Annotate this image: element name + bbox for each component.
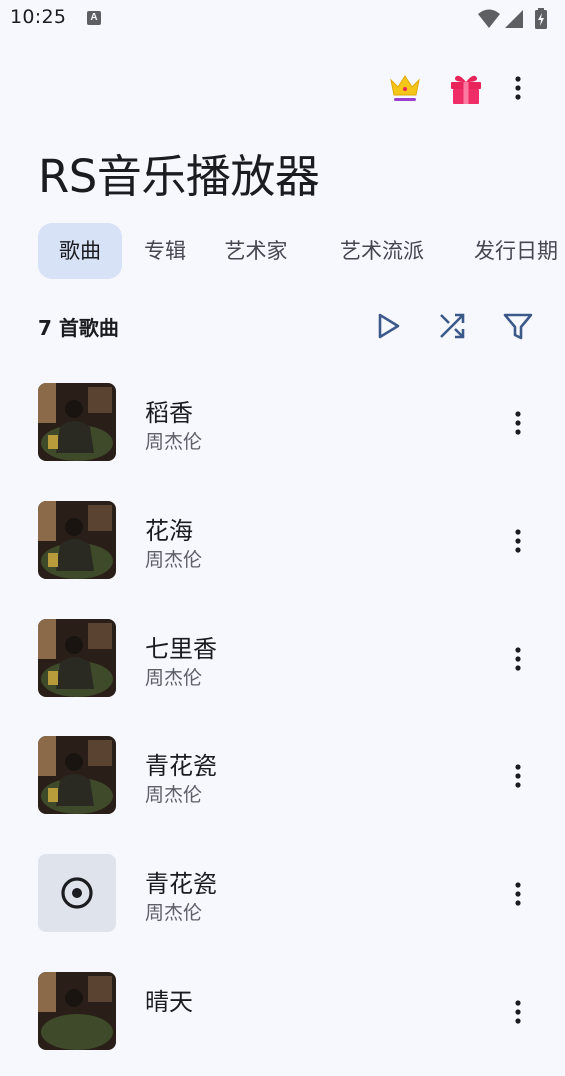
app-title: RS音乐播放器 <box>38 150 320 203</box>
song-artist: 周杰伦 <box>145 549 203 571</box>
tab-bar: 歌曲 专辑 艺术家 艺术流派 发行日期 <box>38 223 565 279</box>
disc-icon <box>38 854 116 932</box>
album-art <box>38 619 116 697</box>
status-time: 10:25 <box>10 6 67 28</box>
battery-icon <box>535 8 547 29</box>
song-row[interactable]: 晴天 <box>0 958 565 1076</box>
album-art <box>38 972 116 1050</box>
song-row[interactable]: 稻香 周杰伦 <box>0 369 565 487</box>
album-art <box>38 501 116 579</box>
more-vert-icon[interactable] <box>500 994 536 1030</box>
wifi-icon <box>478 9 500 28</box>
status-icons <box>477 8 557 30</box>
song-artist: 周杰伦 <box>145 431 203 453</box>
more-vert-icon[interactable] <box>500 641 536 677</box>
song-count: 7 首歌曲 <box>38 316 119 340</box>
album-art <box>38 736 116 814</box>
tab-release-date[interactable]: 发行日期 <box>464 223 565 279</box>
song-title: 稻香 <box>145 399 193 427</box>
filter-icon[interactable] <box>500 308 536 344</box>
crown-icon[interactable] <box>387 70 423 106</box>
gift-icon[interactable] <box>448 70 484 106</box>
more-vert-icon[interactable] <box>500 70 536 106</box>
song-title: 七里香 <box>145 635 217 663</box>
more-vert-icon[interactable] <box>500 405 536 441</box>
song-title: 花海 <box>145 517 193 545</box>
album-art <box>38 383 116 461</box>
song-artist: 周杰伦 <box>145 784 203 806</box>
song-artist: 周杰伦 <box>145 902 203 924</box>
status-bar: 10:25 A <box>0 0 565 38</box>
more-vert-icon[interactable] <box>500 876 536 912</box>
shuffle-icon[interactable] <box>434 308 470 344</box>
song-row[interactable]: 青花瓷 周杰伦 <box>0 722 565 840</box>
song-title: 青花瓷 <box>145 870 217 898</box>
tab-genres[interactable]: 艺术流派 <box>326 223 438 279</box>
song-row[interactable]: 花海 周杰伦 <box>0 487 565 605</box>
play-icon[interactable] <box>370 308 406 344</box>
song-row[interactable]: 青花瓷 周杰伦 <box>0 840 565 958</box>
tab-albums[interactable]: 专辑 <box>134 223 196 279</box>
notification-icon: A <box>87 11 101 25</box>
song-artist: 周杰伦 <box>145 667 203 689</box>
song-row[interactable]: 七里香 周杰伦 <box>0 605 565 723</box>
tab-artists[interactable]: 艺术家 <box>214 223 298 279</box>
song-title: 晴天 <box>145 988 193 1016</box>
song-title: 青花瓷 <box>145 752 217 780</box>
more-vert-icon[interactable] <box>500 523 536 559</box>
tab-songs[interactable]: 歌曲 <box>38 223 122 279</box>
more-vert-icon[interactable] <box>500 758 536 794</box>
signal-icon <box>505 10 523 28</box>
